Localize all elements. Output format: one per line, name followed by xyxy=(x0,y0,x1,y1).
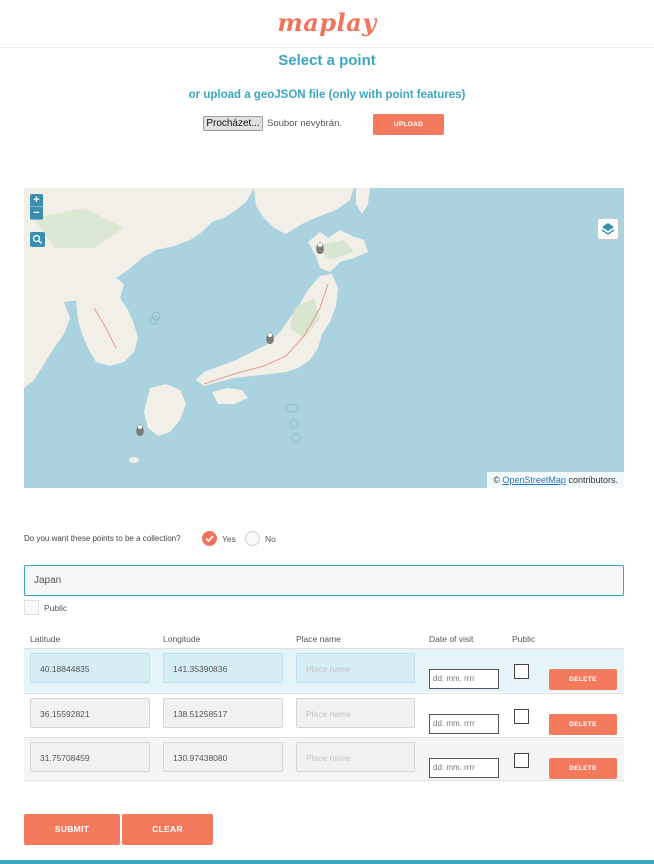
submit-button[interactable]: SUBMIT xyxy=(24,814,120,845)
upload-button[interactable]: UPLOAD xyxy=(373,114,444,135)
delete-button[interactable]: DELETE xyxy=(549,714,617,735)
collection-yes-radio[interactable] xyxy=(202,531,217,546)
footer-divider xyxy=(0,860,654,864)
attribution-copyright: © xyxy=(493,475,500,485)
collection-question: Do you want these points to be a collect… xyxy=(24,534,181,543)
latitude-input[interactable]: 31.75708459 xyxy=(30,742,150,772)
layers-icon xyxy=(601,223,615,235)
top-bar: maplay xyxy=(0,0,654,48)
app-logo[interactable]: maplay xyxy=(0,8,654,37)
openstreetmap-link[interactable]: OpenStreetMap xyxy=(502,475,566,485)
map-view[interactable]: + − © OpenStreetMap contributors. xyxy=(24,188,624,488)
map-tiles xyxy=(24,188,624,488)
table-row: 36.15592821 138.51258517 Place name dd. … xyxy=(24,693,624,737)
date-of-visit-input[interactable]: dd. mm. rrrr xyxy=(429,758,499,778)
upload-subtitle: or upload a geoJSON file (only with poin… xyxy=(188,89,466,101)
header-public: Public xyxy=(512,634,536,644)
collection-no-radio[interactable] xyxy=(245,531,260,546)
collection-public-checkbox[interactable] xyxy=(24,600,39,615)
row-public-checkbox[interactable] xyxy=(514,709,529,724)
browse-file-button[interactable]: Procházet... xyxy=(203,116,263,131)
collection-name-input[interactable]: Japan xyxy=(24,565,624,596)
place-name-input[interactable]: Place name xyxy=(296,698,415,728)
yes-label: Yes xyxy=(222,534,236,544)
delete-button[interactable]: DELETE xyxy=(549,669,617,690)
page-title: Select a point xyxy=(278,52,376,69)
header-place-name: Place name xyxy=(296,634,341,644)
no-file-text: Soubor nevybrán. xyxy=(267,118,342,129)
collection-public-label: Public xyxy=(44,603,68,613)
attribution-suffix: contributors. xyxy=(568,475,618,485)
table-row: 31.75708459 130.97438080 Place name dd. … xyxy=(24,737,624,781)
place-name-input[interactable]: Place name xyxy=(296,742,415,772)
latitude-input[interactable]: 40.18844835 xyxy=(30,653,150,683)
longitude-input[interactable]: 130.97438080 xyxy=(163,742,283,772)
checkmark-icon xyxy=(205,535,214,543)
layers-button[interactable] xyxy=(597,218,619,240)
clear-button[interactable]: CLEAR xyxy=(122,814,213,845)
zoom-in-button[interactable]: + xyxy=(30,194,43,207)
header-date-of-visit: Date of visit xyxy=(429,634,474,644)
header-longitude: Longitude xyxy=(163,634,201,644)
longitude-input[interactable]: 138.51258517 xyxy=(163,698,283,728)
header-latitude: Latitude xyxy=(30,634,61,644)
date-of-visit-input[interactable]: dd. mm. rrrr xyxy=(429,669,499,689)
map-search-button[interactable] xyxy=(30,232,45,247)
delete-button[interactable]: DELETE xyxy=(549,758,617,779)
search-icon xyxy=(32,234,43,245)
place-name-input[interactable]: Place name xyxy=(296,653,415,683)
map-attribution: © OpenStreetMap contributors. xyxy=(487,472,624,488)
table-row: 40.18844835 141.35390836 Place name dd. … xyxy=(24,648,624,692)
date-of-visit-input[interactable]: dd. mm. rrrr xyxy=(429,714,499,734)
latitude-input[interactable]: 36.15592821 xyxy=(30,698,150,728)
row-public-checkbox[interactable] xyxy=(514,753,529,768)
no-label: No xyxy=(265,534,276,544)
row-public-checkbox[interactable] xyxy=(514,664,529,679)
zoom-controls: + − xyxy=(30,194,43,220)
longitude-input[interactable]: 141.35390836 xyxy=(163,653,283,683)
zoom-out-button[interactable]: − xyxy=(30,207,43,220)
